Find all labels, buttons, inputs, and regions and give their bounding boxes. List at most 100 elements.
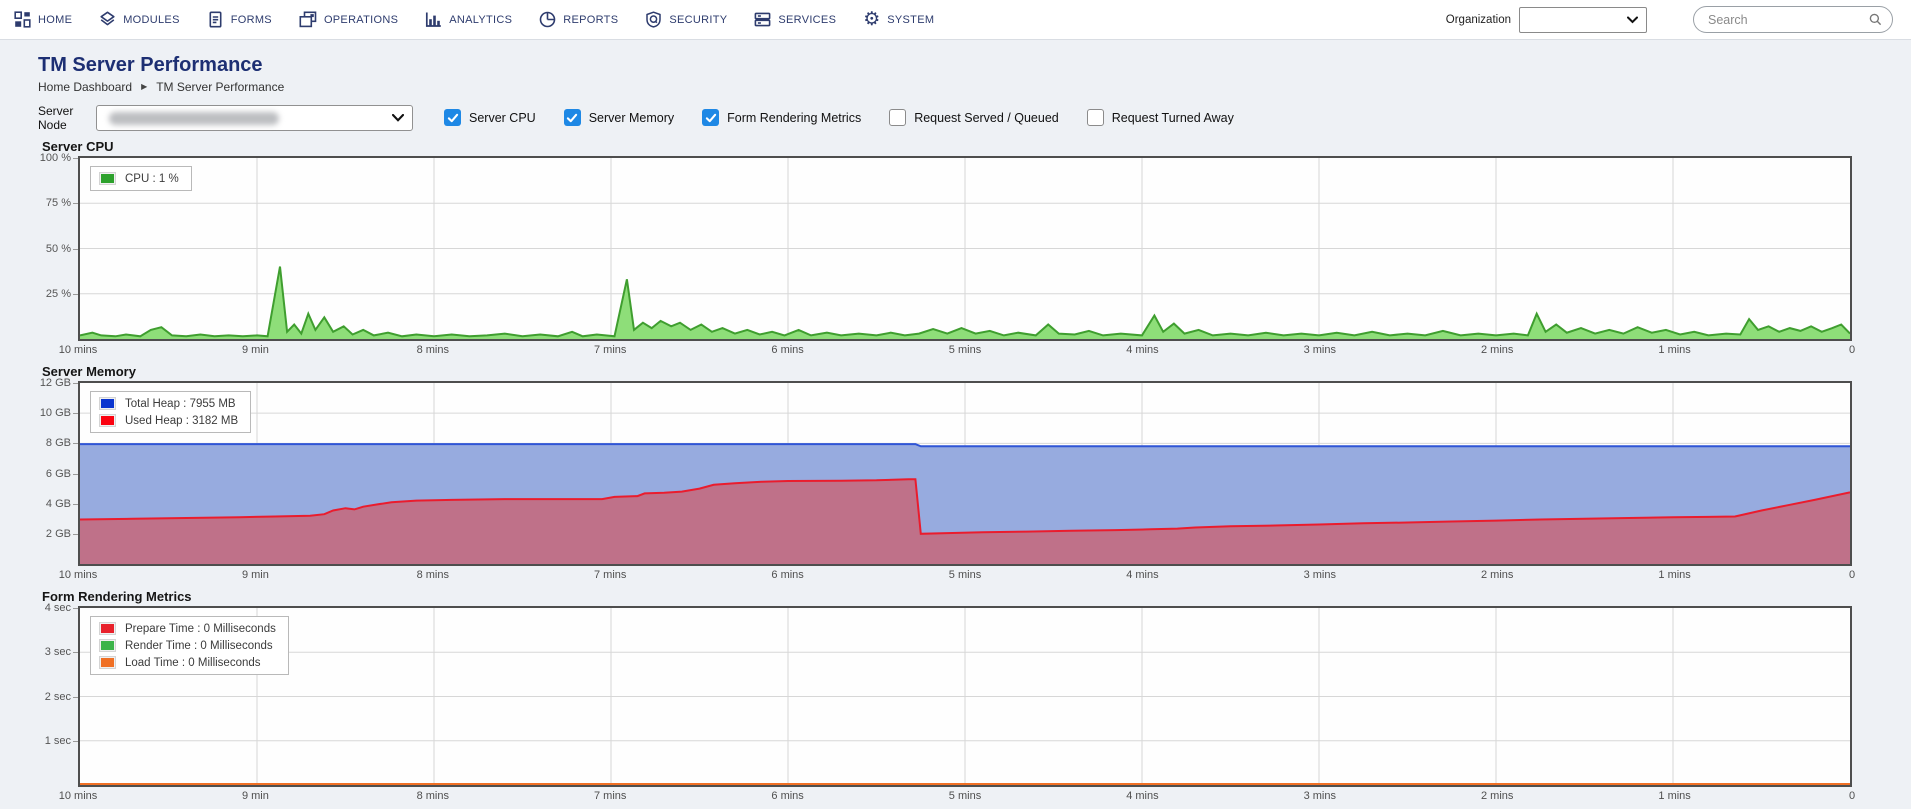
- server-cpu-chart: Server CPU 100 % 75 % 50 % 25 % CPU : 1 % 1…: [38, 139, 1911, 358]
- nav-item-security[interactable]: SECURITY: [645, 11, 727, 28]
- breadcrumb-current-page: TM Server Performance: [156, 80, 285, 94]
- x-axis: 10 mins 9 min 8 mins 7 mins 6 mins 5 mins 4 mi…: [59, 341, 1856, 358]
- x-tick-label: 7 mins: [593, 790, 627, 802]
- y-tick-label: 10 GB: [39, 407, 71, 420]
- chart-title: Form Rendering Metrics: [42, 589, 192, 604]
- x-tick-label: 5 mins: [948, 344, 982, 356]
- x-tick-label: 6 mins: [771, 790, 804, 802]
- checkbox-request-served-queued[interactable]: Request Served / Queued: [889, 109, 1059, 126]
- x-tick-label: 3 mins: [1303, 344, 1336, 356]
- main-content: TM Server Performance Home Dashboard ▶ T…: [0, 40, 1911, 804]
- checkbox-server-cpu[interactable]: Server CPU: [444, 109, 536, 126]
- legend-swatch: [99, 414, 116, 427]
- forms-icon: [207, 11, 224, 28]
- operations-icon: [299, 11, 317, 28]
- tm-server-performance-page: HOME MODULES FORMS OPERATIONS ANALYTICS …: [0, 0, 1911, 809]
- x-axis: 10 mins 9 min 8 mins 7 mins 6 mins 5 mins 4 mi…: [59, 787, 1855, 804]
- y-tick-label: 8 GB: [45, 437, 71, 450]
- filter-row: Server Node Server CPU Server Memory For…: [38, 104, 1911, 132]
- chart-title: Server Memory: [42, 364, 136, 379]
- nav-item-services[interactable]: SERVICES: [754, 11, 836, 28]
- nav-item-operations[interactable]: OPERATIONS: [299, 11, 398, 28]
- legend-label: Load Time : 0 Milliseconds: [125, 656, 261, 669]
- nav-label: MODULES: [123, 13, 180, 26]
- server-cpu-plot: CPU : 1 %: [78, 156, 1852, 341]
- metric-checkboxes: Server CPU Server Memory Form Rendering …: [444, 109, 1234, 126]
- breadcrumb-arrow-icon: ▶: [141, 82, 148, 91]
- nav-label: FORMS: [230, 13, 272, 26]
- x-tick-label: 7 mins: [593, 569, 627, 581]
- breadcrumb: Home Dashboard ▶ TM Server Performance: [38, 80, 1911, 94]
- y-tick-label: 4 sec: [44, 602, 71, 614]
- y-tick-label: 12 GB: [39, 377, 71, 389]
- nav-menu: HOME MODULES FORMS OPERATIONS ANALYTICS …: [14, 10, 934, 29]
- check-icon: [447, 113, 458, 122]
- x-tick-label: 1 mins: [1658, 790, 1691, 802]
- nav-item-modules[interactable]: MODULES: [99, 11, 180, 28]
- y-tick-label: 6 GB: [45, 467, 71, 480]
- x-tick-label: 4 mins: [1126, 790, 1159, 802]
- x-tick-label: 1 mins: [1658, 344, 1691, 356]
- y-tick-label: 2 GB: [45, 527, 71, 540]
- checkbox-box: [444, 109, 461, 126]
- legend-swatch: [99, 656, 116, 669]
- x-tick-label: 0: [1848, 344, 1856, 356]
- y-axis: 4 sec 3 sec 2 sec 1 sec: [38, 602, 78, 787]
- y-tick-label: 1 sec: [44, 734, 71, 747]
- legend-item: Render Time : 0 Milliseconds: [99, 639, 276, 652]
- legend-swatch: [99, 639, 116, 652]
- x-tick-label: 10 mins: [58, 344, 98, 356]
- nav-item-home[interactable]: HOME: [14, 11, 72, 28]
- nav-label: REPORTS: [563, 13, 619, 26]
- checkbox-form-rendering-metrics[interactable]: Form Rendering Metrics: [702, 109, 861, 126]
- y-tick-label: 2 sec: [44, 690, 71, 703]
- legend-label: Used Heap : 3182 MB: [125, 414, 239, 427]
- x-tick-label: 2 mins: [1480, 569, 1514, 581]
- modules-icon: [99, 11, 116, 28]
- organization-select[interactable]: [1519, 6, 1647, 33]
- check-icon: [567, 113, 578, 122]
- y-tick-label: 25 %: [45, 287, 71, 300]
- x-tick-label: 7 mins: [593, 344, 627, 356]
- chevron-down-icon: [1627, 16, 1638, 23]
- reports-icon: [539, 11, 556, 28]
- search-icon: [1869, 13, 1882, 26]
- y-axis: 12 GB 10 GB 8 GB 6 GB 4 GB 2 GB: [38, 377, 78, 566]
- checkbox-request-turned-away[interactable]: Request Turned Away: [1086, 109, 1234, 126]
- x-tick-label: 4 mins: [1126, 569, 1159, 581]
- nav-item-forms[interactable]: FORMS: [207, 11, 272, 28]
- checkbox-box: [563, 109, 581, 126]
- nav-item-system[interactable]: ⚙ SYSTEM: [863, 10, 934, 29]
- legend-item: Used Heap : 3182 MB: [99, 414, 238, 427]
- x-tick-label: 6 mins: [771, 344, 804, 356]
- x-tick-label: 9 min: [241, 790, 269, 802]
- x-tick-label: 3 mins: [1303, 569, 1336, 581]
- x-tick-label: 2 mins: [1480, 344, 1514, 356]
- nav-item-analytics[interactable]: ANALYTICS: [425, 11, 512, 28]
- dashboard-icon: [14, 11, 31, 28]
- nav-item-reports[interactable]: REPORTS: [539, 11, 618, 28]
- x-tick-label: 3 mins: [1303, 790, 1336, 802]
- page-title: TM Server Performance: [38, 54, 263, 76]
- chart-legend: CPU : 1 %: [90, 166, 192, 191]
- x-tick-label: 5 mins: [948, 790, 982, 802]
- x-tick-label: 8 mins: [416, 790, 449, 802]
- x-tick-label: 8 mins: [416, 569, 449, 581]
- checkbox-server-memory[interactable]: Server Memory: [563, 109, 674, 126]
- legend-swatch: [99, 172, 116, 185]
- search-input[interactable]: [1708, 12, 1869, 27]
- y-tick-label: 3 sec: [44, 646, 71, 659]
- x-tick-label: 9 min: [241, 344, 269, 356]
- chevron-down-icon: [392, 113, 404, 122]
- server-memory-chart: Server Memory 12 GB 10 GB 8 GB 6 GB 4 GB 2 GB…: [38, 364, 1911, 583]
- x-tick-label: 8 mins: [416, 344, 449, 356]
- chart-legend: Prepare Time : 0 Milliseconds Render Time…: [90, 616, 289, 675]
- x-tick-label: 2 mins: [1480, 790, 1514, 802]
- legend-item: CPU : 1 %: [99, 172, 179, 185]
- checkbox-box: [702, 109, 720, 126]
- breadcrumb-home-dashboard[interactable]: Home Dashboard: [38, 80, 132, 94]
- x-tick-label: 9 min: [241, 569, 269, 581]
- legend-item: Prepare Time : 0 Milliseconds: [99, 622, 276, 635]
- server-node-select[interactable]: [96, 104, 413, 131]
- x-tick-label: 4 mins: [1126, 344, 1159, 356]
